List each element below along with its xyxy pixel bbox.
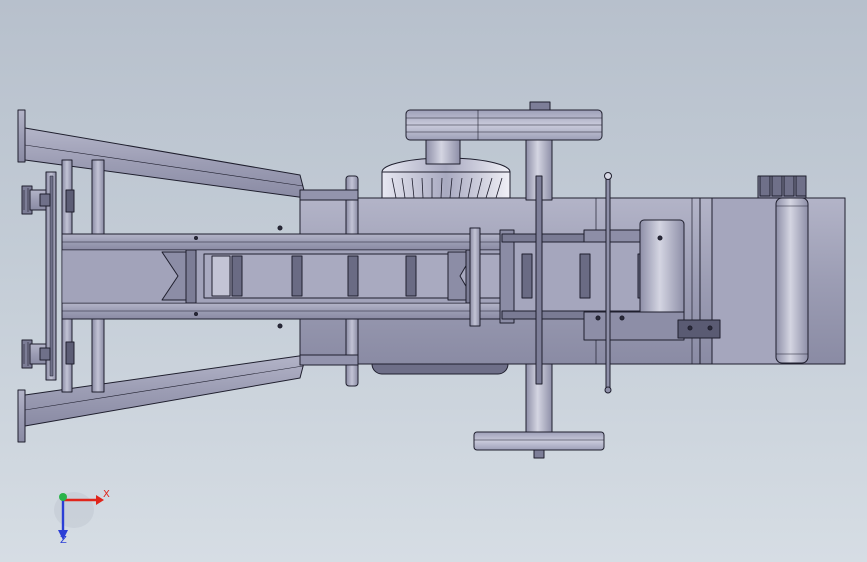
orientation-triad: X Z: [54, 489, 110, 546]
bottom-pulley: [473, 431, 605, 459]
y-axis-dot: [59, 493, 67, 501]
top-pulley: [405, 101, 603, 141]
bevel-gear: [381, 135, 511, 199]
cad-viewport[interactable]: X Z: [0, 0, 867, 562]
adjust-rod: [604, 172, 612, 394]
z-axis-label: Z: [60, 535, 67, 546]
x-axis-label: X: [103, 489, 110, 500]
machine-assembly-drawing: X Z: [17, 101, 846, 546]
